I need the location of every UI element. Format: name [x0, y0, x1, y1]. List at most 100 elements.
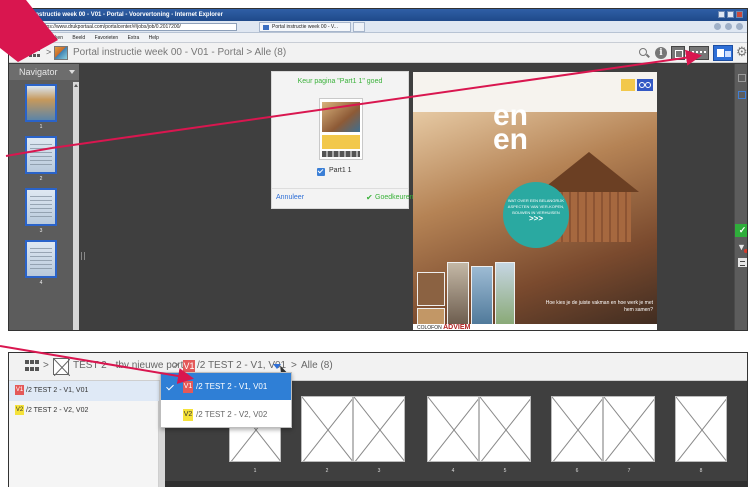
- browser-tab[interactable]: Portal instructie week 00 - V...: [259, 22, 351, 32]
- page-placeholder[interactable]: [301, 396, 353, 462]
- breadcrumb-all-pages[interactable]: Alle (8): [301, 360, 333, 371]
- browser-window-title: Portal instructie week 00 - V01 - Portal…: [15, 12, 223, 18]
- dialog-footer: Annuleer ✔ Goedkeuren: [272, 188, 414, 208]
- version-list-item[interactable]: V1/2 TEST 2 - V1, V01: [9, 381, 159, 401]
- page-placeholder[interactable]: [479, 396, 531, 462]
- page-thumbnail[interactable]: 2: [25, 136, 57, 182]
- browser-title-bar: Portal instructie week 00 - V01 - Portal…: [9, 9, 747, 21]
- chevron-down-icon[interactable]: [69, 70, 75, 74]
- job-thumbnail[interactable]: [54, 46, 68, 60]
- checklist-icon[interactable]: [738, 258, 747, 267]
- page-placeholder[interactable]: [427, 396, 479, 462]
- minimize-icon[interactable]: [718, 11, 725, 18]
- note-icon[interactable]: [621, 79, 635, 91]
- page-photo: WAT OVER EEN BELANGRIJK ASPECTEN VAN VER…: [413, 112, 657, 330]
- preview-workspace: WAT OVER EEN BELANGRIJK ASPECTEN VAN VER…: [79, 64, 734, 331]
- window-controls: [718, 11, 743, 18]
- menu-item[interactable]: Help: [149, 35, 159, 41]
- approval-view-button[interactable]: [713, 45, 733, 61]
- menu-item[interactable]: Extra: [128, 35, 140, 41]
- version-list-item[interactable]: V2/2 TEST 2 - V2, V02: [9, 401, 159, 421]
- panel-resize-handle[interactable]: [81, 252, 85, 260]
- page-number: 2: [39, 176, 43, 182]
- search-icon[interactable]: [637, 46, 651, 60]
- page-number: 6: [575, 468, 579, 474]
- version-list: V1/2 TEST 2 - V1, V01 V2/2 TEST 2 - V2, …: [9, 381, 159, 487]
- reject-icon[interactable]: ▼: [737, 242, 747, 253]
- info-icon[interactable]: i: [655, 47, 667, 59]
- menu-item[interactable]: Bewerken: [41, 35, 63, 41]
- page-number: 5: [503, 468, 507, 474]
- placeholder-thumbnail-icon[interactable]: [53, 358, 71, 377]
- glasses-icon[interactable]: [637, 79, 653, 91]
- callout-arrows: >>>: [528, 214, 543, 223]
- footer-brand: ADVIEM: [443, 324, 471, 331]
- menu-item[interactable]: Bestand: [13, 35, 31, 41]
- breadcrumb-separator: >: [173, 360, 179, 371]
- approve-page-dialog: Keur pagina "Part1 1" goed Part1 1 Annul…: [271, 71, 414, 209]
- page-checkbox-label: Part1 1: [329, 167, 352, 174]
- approve-button[interactable]: Goedkeuren: [375, 194, 414, 201]
- cancel-button[interactable]: Annuleer: [276, 194, 304, 201]
- navigator-header[interactable]: Navigator: [9, 64, 79, 80]
- version-option[interactable]: V1/2 TEST 2 - V1, V01: [161, 373, 291, 400]
- url-field[interactable]: https://www.drukportaal.com/portalcenter…: [37, 23, 237, 31]
- version-toolbar: > TEST 2 - tbv nieuwe portal > V1 /2 TES…: [9, 353, 747, 381]
- page-checkbox[interactable]: [317, 168, 325, 176]
- page-placeholder[interactable]: [603, 396, 655, 462]
- page-number: 3: [39, 228, 43, 234]
- page-number: 8: [699, 468, 703, 474]
- page-thumbnail[interactable]: 3: [25, 188, 57, 234]
- page-placeholder[interactable]: [551, 396, 603, 462]
- page-number: 1: [39, 124, 43, 130]
- settings-icon[interactable]: [736, 23, 743, 30]
- menu-item[interactable]: Beeld: [72, 35, 85, 41]
- grid-icon[interactable]: [25, 360, 39, 373]
- breadcrumb-separator: >: [46, 47, 52, 57]
- version-tag: V1: [15, 385, 24, 395]
- new-tab-button[interactable]: [353, 22, 365, 32]
- version-label: /2 TEST 2 - V2, V02: [26, 407, 89, 414]
- single-page-view-icon[interactable]: [671, 46, 685, 60]
- version-option-label: /2 TEST 2 - V2, V02: [196, 410, 268, 419]
- page-footer: COLOFON ADVIEM: [413, 324, 657, 331]
- page-placeholder[interactable]: [353, 396, 405, 462]
- browser-menu-bar: Bestand Bewerken Beeld Favorieten Extra …: [9, 33, 747, 43]
- spread-view-icon[interactable]: [689, 46, 709, 60]
- page-number: 4: [451, 468, 455, 474]
- page-number: 7: [627, 468, 631, 474]
- version-dropdown: V1/2 TEST 2 - V1, V01 V2/2 TEST 2 - V2, …: [160, 372, 292, 428]
- gear-icon[interactable]: ⚙: [736, 45, 747, 58]
- grid-icon[interactable]: [29, 48, 40, 58]
- version-label: /2 TEST 2 - V1, V01: [26, 387, 89, 394]
- page-thumbnail[interactable]: 1: [25, 84, 57, 130]
- page-number: 1: [253, 468, 257, 474]
- breadcrumb[interactable]: Portal instructie week 00 - V01 - Portal…: [73, 47, 286, 58]
- checkmark-icon: ✔: [366, 193, 373, 202]
- breadcrumb-separator: >: [291, 360, 297, 371]
- spread-frame-icon[interactable]: [738, 91, 746, 99]
- page-headline: en en: [493, 99, 529, 156]
- home-icon[interactable]: [714, 23, 721, 30]
- page-number: 2: [325, 468, 329, 474]
- approve-check-button[interactable]: ✓: [735, 224, 747, 237]
- page-grid-footer: [165, 481, 747, 487]
- favorites-icon[interactable]: [725, 23, 732, 30]
- maximize-icon[interactable]: [727, 11, 734, 18]
- page-thumbnail[interactable]: 4: [25, 240, 57, 286]
- page-frame-icon[interactable]: [738, 74, 746, 82]
- page-number: 3: [377, 468, 381, 474]
- checkmark-icon: [166, 382, 174, 391]
- right-tool-rail: ✓ ▼: [734, 64, 747, 330]
- browser-tools: [714, 23, 743, 30]
- back-icon[interactable]: [13, 23, 21, 31]
- version-option[interactable]: V2/2 TEST 2 - V2, V02: [161, 401, 291, 428]
- document-page-preview[interactable]: WAT OVER EEN BELANGRIJK ASPECTEN VAN VER…: [413, 72, 657, 331]
- forward-icon[interactable]: [23, 23, 31, 31]
- page-placeholder[interactable]: [675, 396, 727, 462]
- navigator-pages: 1 2 3 4: [19, 84, 69, 292]
- close-icon[interactable]: [736, 11, 743, 18]
- breadcrumb-separator: >: [43, 360, 49, 371]
- dialog-page-thumbnail: [319, 98, 363, 160]
- menu-item[interactable]: Favorieten: [95, 35, 119, 41]
